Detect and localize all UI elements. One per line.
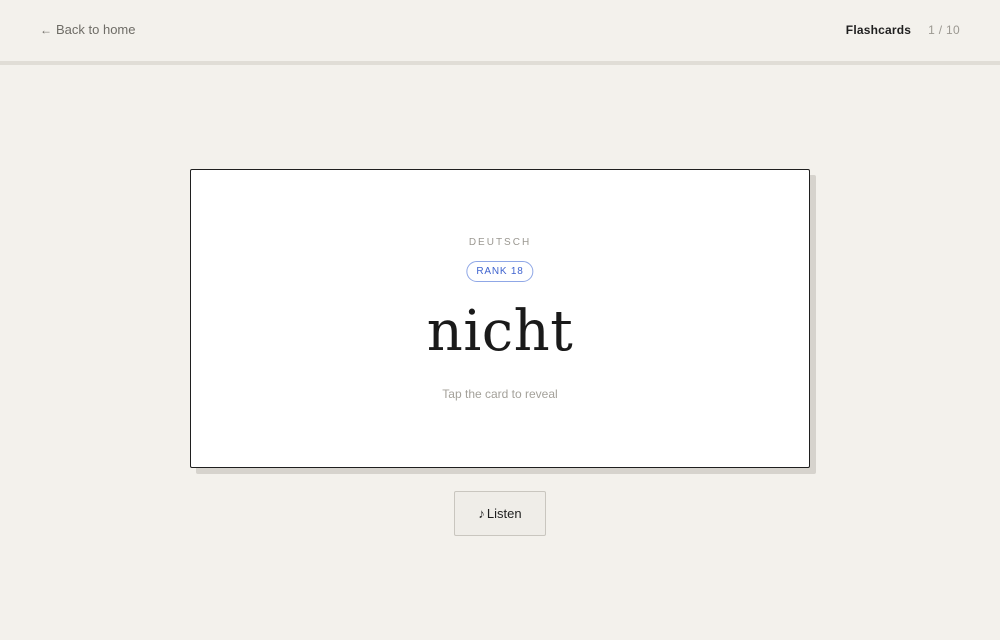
back-to-home-label: Back to home bbox=[56, 22, 136, 37]
reveal-hint: Tap the card to reveal bbox=[442, 387, 558, 401]
arrow-left-icon: ← bbox=[40, 22, 52, 37]
back-to-home-link[interactable]: ← Back to home bbox=[40, 22, 136, 37]
language-label: DEUTSCH bbox=[468, 237, 532, 248]
header-right: Flashcards 1 / 10 bbox=[846, 23, 960, 37]
top-bar: ← Back to home Flashcards 1 / 10 bbox=[0, 0, 1000, 65]
listen-label: Listen bbox=[486, 506, 522, 521]
flashcard-word: nicht bbox=[426, 299, 574, 364]
progress-counter: 1 / 10 bbox=[928, 23, 960, 37]
music-note-icon: ♪ bbox=[478, 506, 485, 521]
flashcard[interactable]: DEUTSCH RANK 18 nicht Tap the card to re… bbox=[190, 169, 810, 468]
rank-badge: RANK 18 bbox=[466, 261, 534, 282]
section-title: Flashcards bbox=[845, 23, 912, 37]
listen-button[interactable]: ♪ Listen bbox=[454, 491, 546, 536]
